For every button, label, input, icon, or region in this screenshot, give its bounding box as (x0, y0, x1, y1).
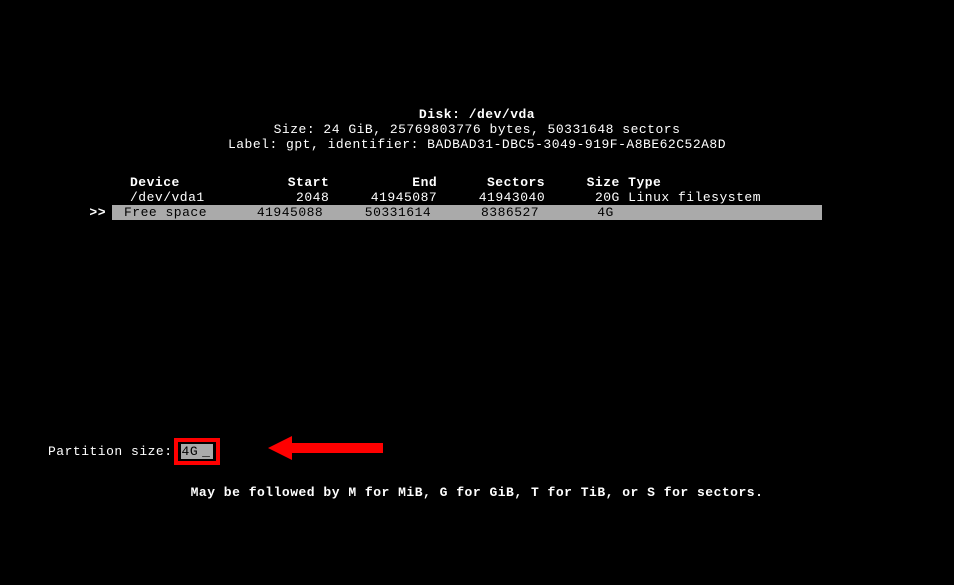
partition-table: Device Start End Sectors Size Type /dev/… (0, 175, 954, 220)
table-header: Device Start End Sectors Size Type (0, 175, 954, 190)
row-selector-icon: >> (0, 205, 112, 220)
table-row[interactable]: /dev/vda1 2048 41945087 41943040 20G Lin… (0, 190, 954, 205)
disk-label-line: Label: gpt, identifier: BADBAD31-DBC5-30… (0, 138, 954, 153)
partition-size-input[interactable]: 4G_ (174, 438, 221, 465)
table-row-selected[interactable]: >> Free space 41945088 50331614 8386527 … (0, 205, 954, 220)
partition-size-label: Partition size: (48, 444, 173, 459)
disk-header: Disk: /dev/vda Size: 24 GiB, 25769803776… (0, 0, 954, 153)
arrow-annotation-icon (268, 434, 388, 462)
size-hint: May be followed by M for MiB, G for GiB,… (0, 485, 954, 500)
disk-title: Disk: /dev/vda (0, 108, 954, 123)
disk-size-line: Size: 24 GiB, 25769803776 bytes, 5033164… (0, 123, 954, 138)
partition-size-prompt: Partition size: 4G_ (48, 438, 220, 465)
